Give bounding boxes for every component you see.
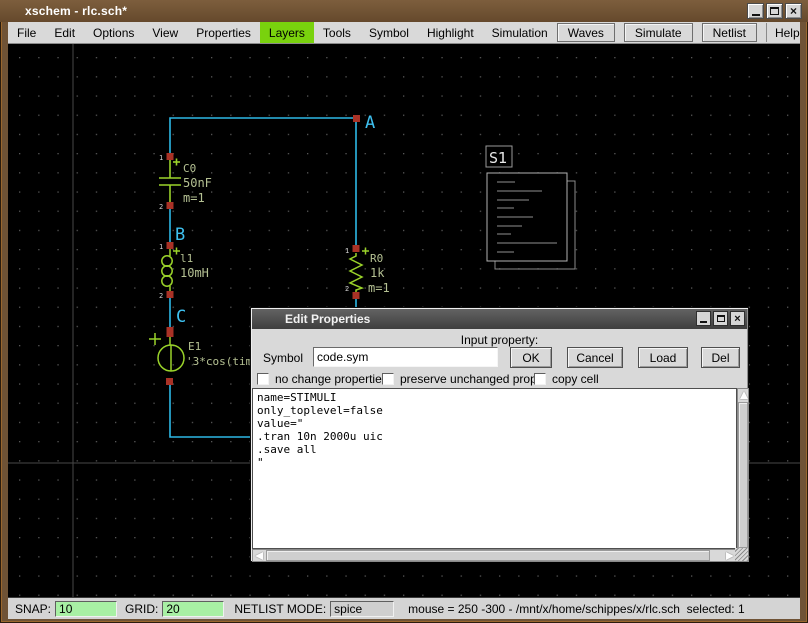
maximize-icon bbox=[770, 7, 779, 15]
symbol-row: Symbol OK Cancel Load Del bbox=[251, 347, 748, 369]
pin-marker bbox=[166, 378, 173, 385]
menu-options[interactable]: Options bbox=[84, 22, 143, 43]
menu-view[interactable]: View bbox=[143, 22, 187, 43]
component-ref: l1 bbox=[180, 252, 193, 265]
svg-text:A: A bbox=[365, 113, 375, 133]
menu-edit[interactable]: Edit bbox=[45, 22, 84, 43]
menu-simulation[interactable]: Simulation bbox=[483, 22, 557, 43]
vertical-scrollbar[interactable] bbox=[737, 388, 749, 562]
window-titlebar[interactable]: xschem - rlc.sch* × bbox=[0, 0, 808, 22]
pin-marker bbox=[353, 115, 360, 122]
grid-input[interactable] bbox=[162, 601, 224, 617]
netlist-mode-input[interactable] bbox=[330, 601, 394, 617]
close-icon: × bbox=[790, 5, 797, 17]
copy-cell-label: copy cell bbox=[552, 372, 599, 386]
net-label-b[interactable]: B bbox=[175, 225, 185, 245]
component-value: 10mH bbox=[180, 266, 209, 280]
dialog-titlebar[interactable]: Edit Properties × bbox=[252, 309, 747, 329]
pin-marker bbox=[167, 202, 174, 209]
scroll-up-icon[interactable] bbox=[740, 391, 748, 399]
load-button[interactable]: Load bbox=[638, 347, 688, 368]
pin-marker bbox=[167, 291, 174, 298]
schematic-canvas[interactable]: 1 2 C0 50nF m=1 A B C bbox=[8, 44, 800, 597]
svg-text:B: B bbox=[175, 225, 185, 245]
component-ref: C0 bbox=[183, 162, 196, 175]
cancel-button[interactable]: Cancel bbox=[567, 347, 623, 368]
input-property-label: Input property: bbox=[251, 333, 748, 347]
netlist-button[interactable]: Netlist bbox=[702, 23, 757, 42]
pin-marker bbox=[167, 330, 174, 337]
symbol-label: Symbol bbox=[263, 351, 303, 365]
maximize-button[interactable] bbox=[766, 3, 783, 19]
menubar: File Edit Options View Properties Layers… bbox=[8, 22, 800, 44]
window-title: xschem - rlc.sch* bbox=[0, 4, 127, 18]
menu-layers[interactable]: Layers bbox=[260, 22, 314, 43]
dialog-close-button[interactable]: × bbox=[730, 311, 745, 326]
resize-grip[interactable] bbox=[735, 548, 748, 561]
pin-marker bbox=[167, 242, 174, 249]
pin-number: 2 bbox=[159, 292, 163, 300]
netlist-mode-label: NETLIST MODE: bbox=[234, 602, 326, 616]
symbol-input[interactable] bbox=[313, 347, 498, 367]
menu-help[interactable]: Help bbox=[766, 23, 808, 42]
no-change-properties-label: no change properties bbox=[275, 372, 388, 386]
minimize-icon bbox=[700, 321, 707, 323]
pin-marker bbox=[167, 153, 174, 160]
horizontal-scroll-thumb[interactable] bbox=[266, 550, 710, 561]
pin-marker bbox=[353, 245, 360, 252]
component-mult: m=1 bbox=[183, 191, 205, 205]
component-value: 1k bbox=[370, 266, 385, 280]
horizontal-scrollbar[interactable] bbox=[252, 549, 737, 562]
component-ref: R0 bbox=[370, 252, 383, 265]
checkbox-row: no change properties preserve unchanged … bbox=[251, 372, 748, 388]
dialog-maximize-button[interactable] bbox=[713, 311, 728, 326]
code-label: S1 bbox=[489, 149, 507, 167]
pin-number: 1 bbox=[345, 247, 349, 255]
maximize-icon bbox=[717, 315, 725, 322]
xschem-window: xschem - rlc.sch* × File Edit Options Vi… bbox=[0, 0, 808, 623]
component-mult: m=1 bbox=[368, 281, 390, 295]
scroll-left-icon[interactable] bbox=[255, 552, 263, 560]
grid-label: GRID: bbox=[125, 602, 158, 616]
menu-file[interactable]: File bbox=[8, 22, 45, 43]
menu-properties[interactable]: Properties bbox=[187, 22, 260, 43]
waves-button[interactable]: Waves bbox=[557, 23, 615, 42]
ok-button[interactable]: OK bbox=[510, 347, 552, 368]
no-change-properties-checkbox[interactable] bbox=[257, 373, 269, 385]
close-icon: × bbox=[734, 313, 740, 325]
pin-number: 1 bbox=[159, 243, 163, 251]
preserve-unchanged-props-checkbox[interactable] bbox=[382, 373, 394, 385]
pin-number: 1 bbox=[159, 154, 163, 162]
dialog-title: Edit Properties bbox=[252, 312, 370, 326]
preserve-unchanged-props-label: preserve unchanged props bbox=[400, 372, 543, 386]
pin-number: 2 bbox=[159, 203, 163, 211]
minimize-button[interactable] bbox=[747, 3, 764, 19]
mouse-status-text: mouse = 250 -300 - /mnt/x/home/schippes/… bbox=[408, 602, 745, 616]
property-textarea[interactable]: name=STIMULI only_toplevel=false value="… bbox=[252, 388, 737, 549]
dialog-minimize-button[interactable] bbox=[696, 311, 711, 326]
snap-input[interactable] bbox=[55, 601, 117, 617]
pin-marker bbox=[353, 292, 360, 299]
menu-tools[interactable]: Tools bbox=[314, 22, 360, 43]
svg-text:C: C bbox=[176, 307, 186, 327]
scroll-right-icon[interactable] bbox=[726, 552, 734, 560]
menu-highlight[interactable]: Highlight bbox=[418, 22, 483, 43]
simulate-button[interactable]: Simulate bbox=[624, 23, 693, 42]
component-ref: E1 bbox=[188, 340, 201, 353]
snap-label: SNAP: bbox=[15, 602, 51, 616]
menu-items: File Edit Options View Properties Layers… bbox=[8, 22, 557, 43]
statusbar: SNAP: GRID: NETLIST MODE: mouse = 250 -3… bbox=[8, 597, 800, 619]
minimize-icon bbox=[752, 14, 760, 16]
close-button[interactable]: × bbox=[785, 3, 802, 19]
component-value: 50nF bbox=[183, 176, 212, 190]
copy-cell-checkbox[interactable] bbox=[534, 373, 546, 385]
vertical-scroll-thumb[interactable] bbox=[738, 402, 748, 548]
del-button[interactable]: Del bbox=[701, 347, 740, 368]
menu-symbol[interactable]: Symbol bbox=[360, 22, 418, 43]
pin-number: 2 bbox=[345, 285, 349, 293]
edit-properties-dialog: Edit Properties × Input property: Symbol… bbox=[250, 307, 749, 562]
